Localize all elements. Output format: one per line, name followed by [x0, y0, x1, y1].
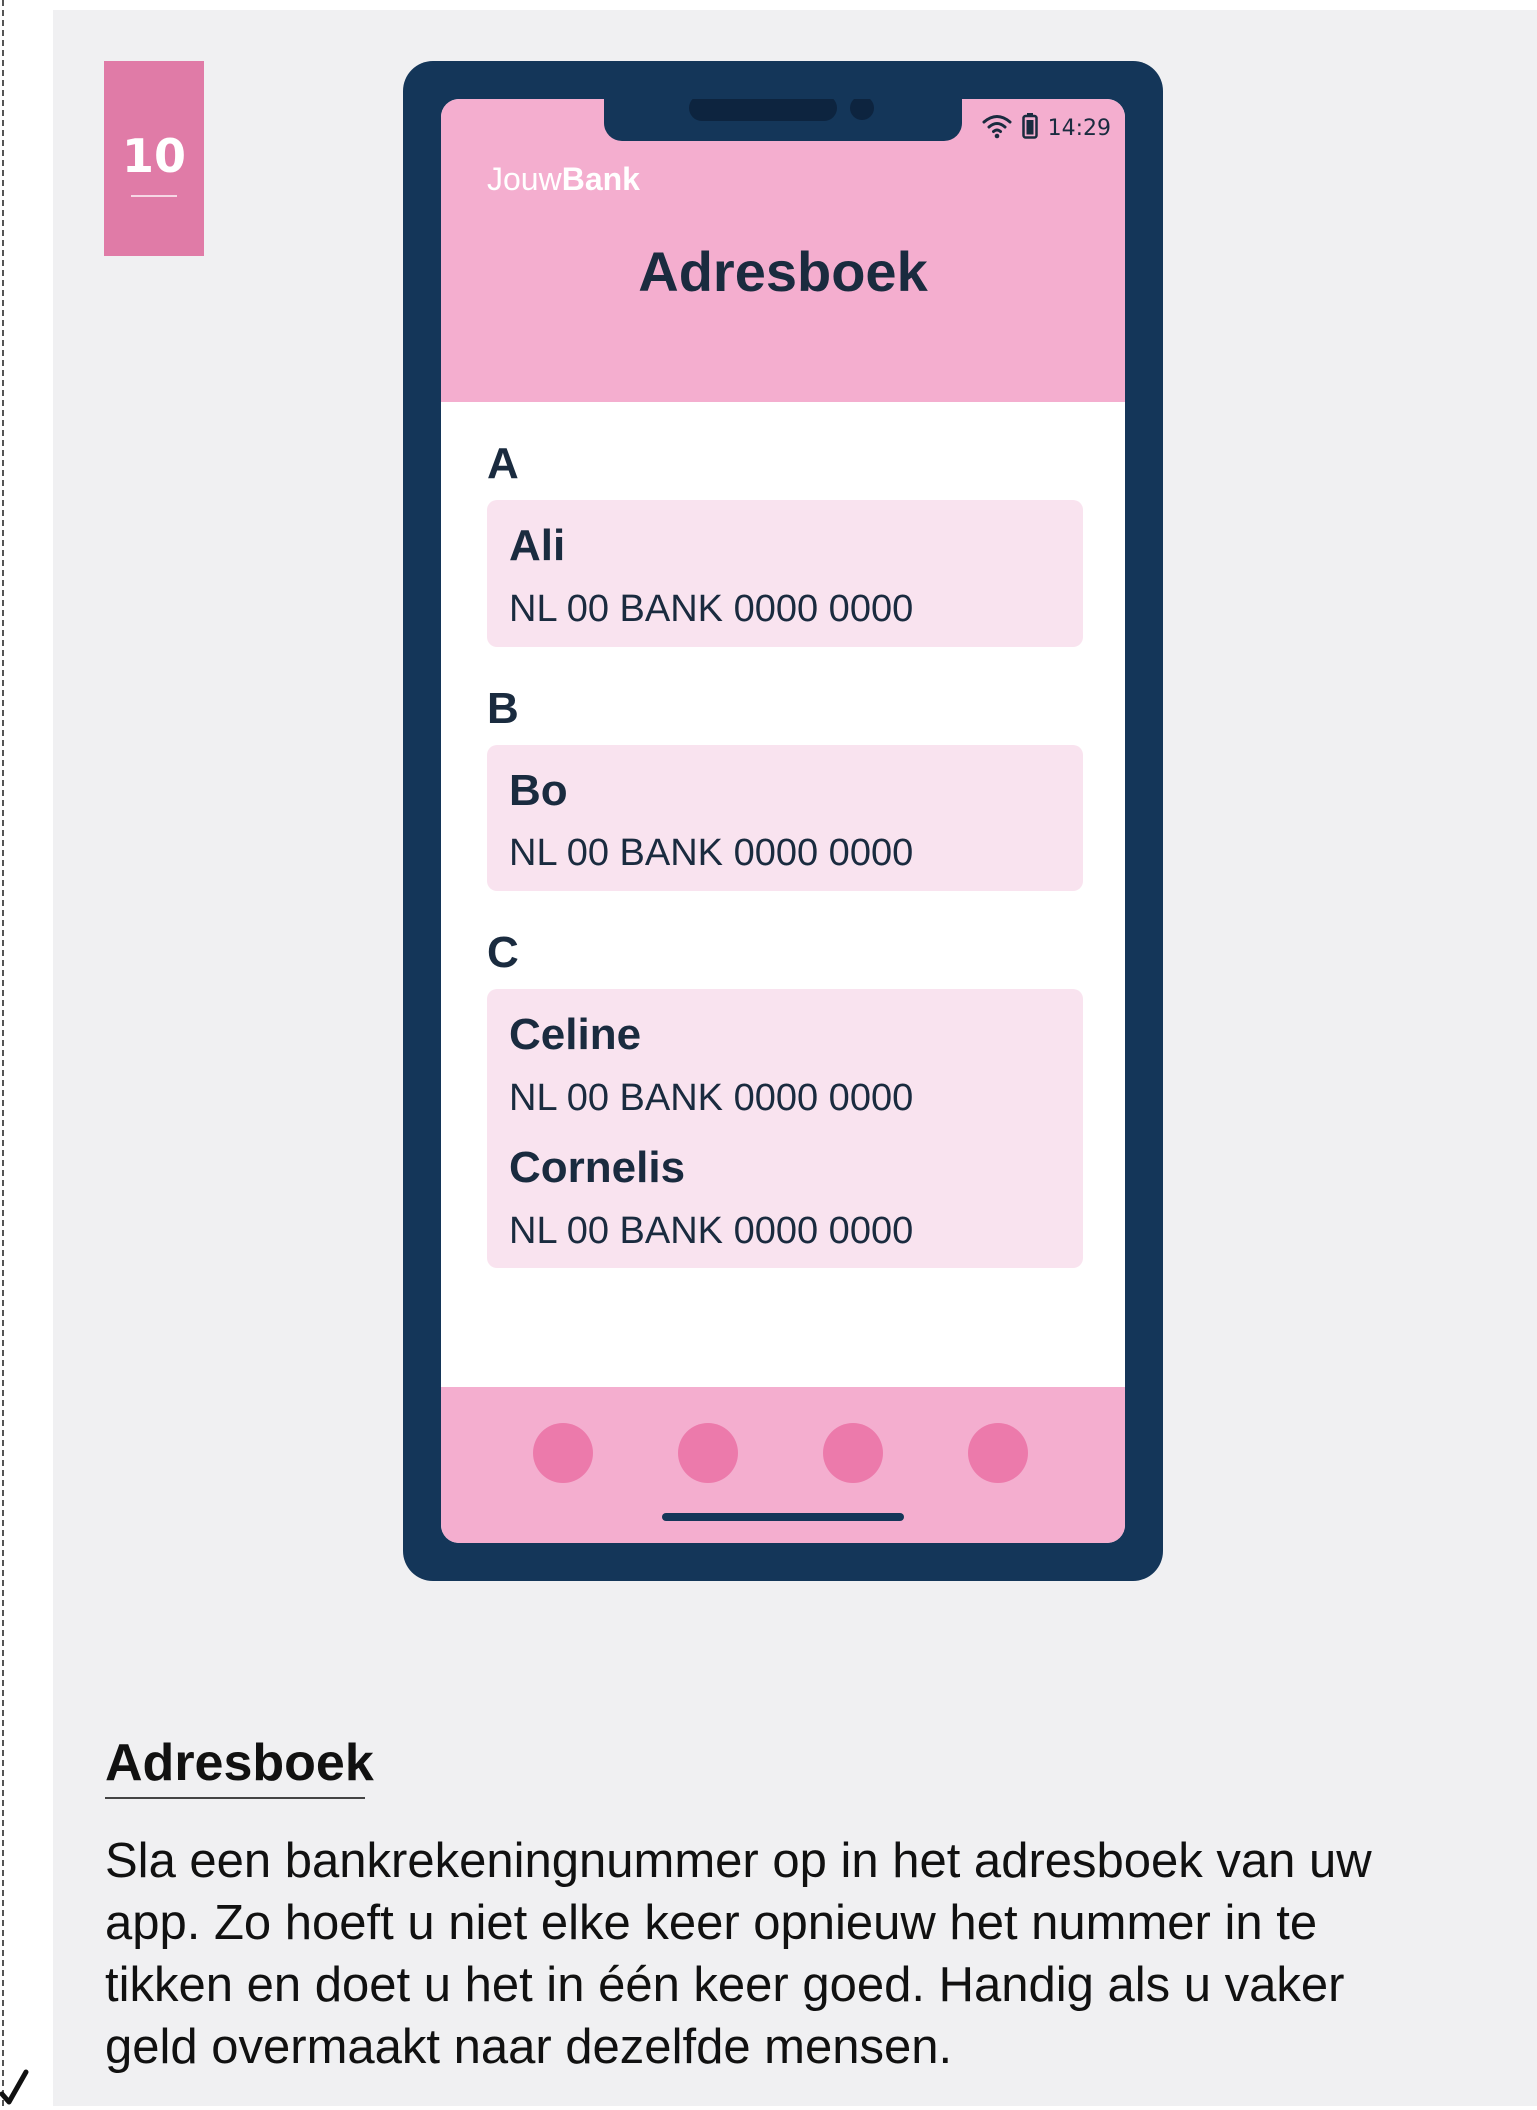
camera-icon — [850, 99, 874, 120]
bottom-navigation — [441, 1387, 1125, 1543]
home-indicator[interactable] — [662, 1513, 904, 1521]
screen-title: Adresboek — [638, 240, 928, 303]
wifi-icon — [982, 113, 1012, 143]
contact-entry[interactable]: Bo NL 00 BANK 0000 0000 — [509, 765, 1061, 876]
section-letter: B — [487, 683, 519, 733]
contact-iban: NL 00 BANK 0000 0000 — [509, 587, 914, 630]
contact-card[interactable]: Bo NL 00 BANK 0000 0000 — [487, 744, 1083, 892]
contact-name: Bo — [509, 765, 568, 815]
page-number: 10 — [121, 129, 186, 183]
status-time: 14:29 — [1047, 115, 1111, 141]
address-list: A Ali NL 00 BANK 0000 0000 B Bo NL 00 BA… — [487, 402, 1083, 1269]
checkmark-icon — [0, 2068, 30, 2110]
phone-mockup: 14:29 JouwBank Adresboek A Ali NL 00 BAN… — [403, 61, 1163, 1581]
contact-entry[interactable]: Ali NL 00 BANK 0000 0000 — [509, 520, 1061, 631]
section-c: C Celine NL 00 BANK 0000 0000 Cornelis N… — [487, 928, 1083, 1269]
contact-iban: NL 00 BANK 0000 0000 — [509, 1209, 914, 1252]
section-a: A Ali NL 00 BANK 0000 0000 — [487, 442, 1083, 647]
contact-entry[interactable]: Cornelis NL 00 BANK 0000 0000 — [509, 1142, 1061, 1253]
contact-card[interactable]: Celine NL 00 BANK 0000 0000 Cornelis NL … — [487, 989, 1083, 1269]
section-letter: A — [487, 439, 519, 488]
cut-line — [2, 0, 4, 2106]
nav-button-1[interactable] — [533, 1423, 593, 1483]
nav-button-3[interactable] — [823, 1423, 883, 1483]
page-number-badge: 10 — [104, 61, 204, 256]
battery-icon — [1021, 113, 1038, 143]
description-body: Sla een bankrekeningnummer op in het adr… — [105, 1834, 1372, 2074]
app-header: 14:29 JouwBank Adresboek — [441, 99, 1125, 402]
brand-logo: JouwBank — [487, 161, 640, 198]
contact-name: Ali — [509, 521, 566, 570]
phone-screen: 14:29 JouwBank Adresboek A Ali NL 00 BAN… — [441, 99, 1125, 1543]
status-bar: 14:29 — [982, 113, 1111, 143]
contact-iban: NL 00 BANK 0000 0000 — [509, 1076, 914, 1119]
phone-notch — [604, 99, 962, 141]
speaker-grille — [689, 99, 837, 121]
nav-button-2[interactable] — [678, 1423, 738, 1483]
contact-entry[interactable]: Celine NL 00 BANK 0000 0000 — [509, 1009, 1061, 1120]
description-title-underline — [105, 1797, 365, 1799]
brand-prefix: Jouw — [487, 161, 562, 197]
section-b: B Bo NL 00 BANK 0000 0000 — [487, 683, 1083, 892]
contact-card[interactable]: Ali NL 00 BANK 0000 0000 — [487, 500, 1083, 647]
contact-name: Celine — [509, 1010, 642, 1060]
page-number-rule — [131, 195, 177, 197]
description-title: Adresboek — [105, 1734, 374, 1792]
brand-suffix: Bank — [561, 161, 640, 197]
contact-name: Cornelis — [509, 1142, 686, 1192]
contact-iban: NL 00 BANK 0000 0000 — [509, 832, 914, 875]
nav-button-4[interactable] — [968, 1423, 1028, 1483]
section-letter: C — [487, 928, 519, 978]
